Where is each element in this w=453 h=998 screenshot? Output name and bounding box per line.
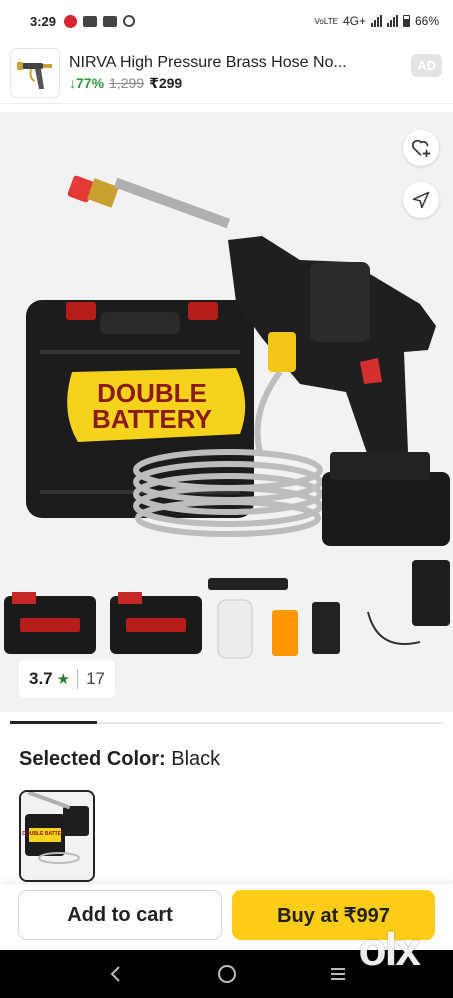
ad-title[interactable]: NIRVA High Pressure Brass Hose No... (69, 54, 399, 72)
selected-color-value: Black (171, 748, 221, 770)
ad-text: NIRVA High Pressure Brass Hose No... ↓77… (69, 54, 443, 92)
color-swatch-black[interactable]: DOUBLE BATTERY (19, 790, 95, 882)
network-label: 4G+ (342, 14, 366, 28)
sponsored-ad-banner[interactable]: NIRVA High Pressure Brass Hose No... ↓77… (0, 42, 453, 104)
add-to-cart-button[interactable]: Add to cart (18, 890, 222, 940)
home-button[interactable] (207, 954, 247, 994)
back-button[interactable] (96, 954, 136, 994)
product-image-carousel[interactable]: DOUBLE BATTERY 3.7 ★ 17 (0, 112, 453, 712)
jio-icon (64, 14, 78, 28)
swatch-text: DOUBLE BATTERY (22, 831, 68, 837)
recents-button[interactable] (318, 954, 358, 994)
battery-percent: 66% (414, 14, 439, 28)
selected-color: Selected Color: Black (19, 748, 220, 771)
signal-icon (370, 15, 382, 27)
ad-price: ₹299 (149, 74, 183, 91)
heart-plus-icon (411, 139, 431, 158)
recents-lines-icon (330, 968, 345, 980)
sync-icon (123, 15, 136, 27)
back-chevron-icon (110, 966, 120, 982)
carousel-indicator-active (10, 721, 97, 724)
product-image: DOUBLE BATTERY (4, 175, 450, 659)
rating-value: 3.7 (29, 669, 53, 688)
spray-nozzle-icon (17, 61, 52, 89)
signal-icon-2 (386, 15, 398, 27)
olx-watermark: olx (358, 923, 421, 975)
ad-mrp: 1,299 (109, 75, 145, 91)
volte-label: VoLTE (314, 16, 338, 26)
rating-separator (77, 669, 79, 689)
wishlist-button[interactable] (403, 130, 439, 166)
rating-chip[interactable]: 3.7 ★ 17 (19, 660, 116, 698)
ad-discount: ↓77% (69, 75, 105, 91)
share-icon (412, 191, 430, 209)
notification-icons (64, 14, 136, 28)
rating-count: 17 (86, 669, 106, 688)
message-icon (103, 15, 118, 27)
status-time: 3:29 (30, 13, 57, 29)
ad-badge: AD (411, 54, 442, 77)
status-right: VoLTE 4G+ 66% (315, 14, 439, 28)
battery-icon (402, 15, 410, 27)
mail-icon (83, 15, 98, 27)
status-bar: 3:29 VoLTE 4G+ 66% (0, 0, 453, 42)
ad-price-row: ↓77% 1,299 ₹299 (69, 75, 443, 92)
case-label-line2: BATTERY (92, 404, 212, 434)
swatch-thumbnail: DOUBLE BATTERY (21, 792, 93, 880)
selected-color-label: Selected Color: (19, 748, 166, 770)
share-button[interactable] (403, 182, 439, 218)
carousel-indicator (10, 721, 443, 724)
ad-thumbnail[interactable] (10, 47, 60, 98)
star-icon: ★ (56, 671, 71, 688)
home-circle-icon (217, 965, 236, 983)
